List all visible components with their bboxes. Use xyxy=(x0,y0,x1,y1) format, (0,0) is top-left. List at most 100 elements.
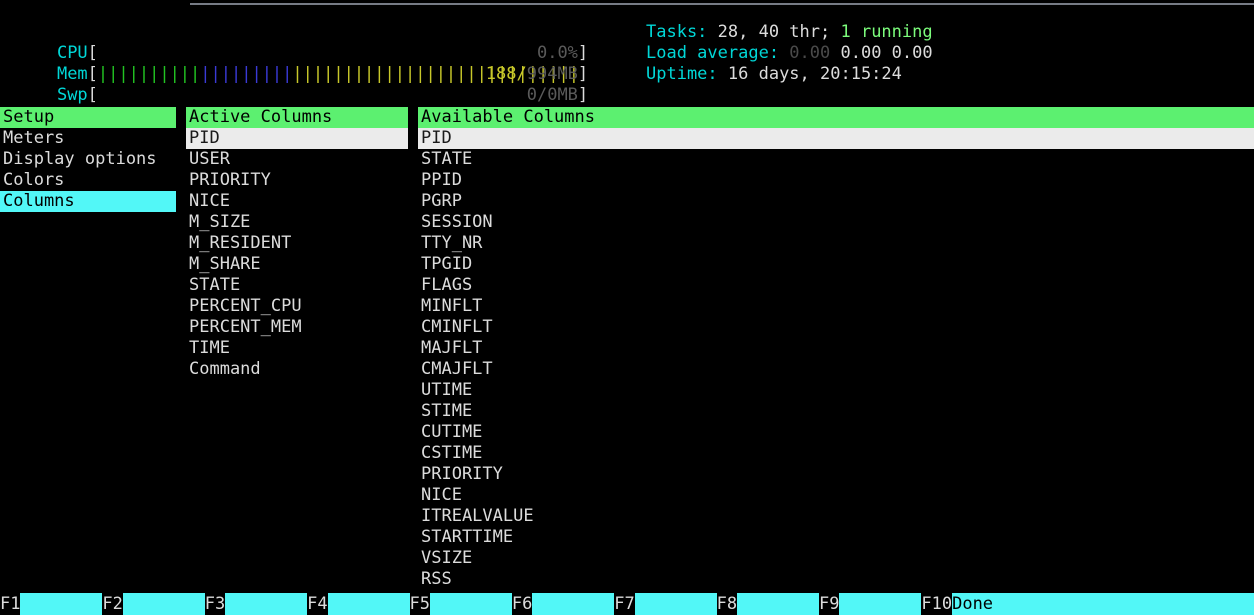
available-columns-panel: Available Columns PIDSTATEPPIDPGRPSESSIO… xyxy=(418,107,1254,590)
active-columns-panel: Active Columns PIDUSERPRIORITYNICEM_SIZE… xyxy=(186,107,408,380)
available-column-label: MINFLT xyxy=(421,296,482,316)
available-column-state[interactable]: STATE xyxy=(418,149,1254,170)
available-column-label: FLAGS xyxy=(421,275,472,295)
fkey-f7-label[interactable] xyxy=(635,593,717,615)
available-column-cutime[interactable]: CUTIME xyxy=(418,422,1254,443)
available-column-label: TTY_NR xyxy=(421,233,482,253)
available-column-majflt[interactable]: MAJFLT xyxy=(418,338,1254,359)
swap-meter-open-bracket: [ xyxy=(88,85,98,105)
load-average-label: Load average: xyxy=(646,43,779,63)
fkey-f6-label[interactable] xyxy=(532,593,614,615)
setup-item-label: Colors xyxy=(3,170,64,190)
active-column-label: PERCENT_CPU xyxy=(189,296,302,316)
available-column-starttime[interactable]: STARTTIME xyxy=(418,527,1254,548)
active-column-label: NICE xyxy=(189,191,230,211)
active-column-label: M_SHARE xyxy=(189,254,261,274)
available-column-label: STARTTIME xyxy=(421,527,513,547)
available-column-label: CSTIME xyxy=(421,443,482,463)
available-column-ppid[interactable]: PPID xyxy=(418,170,1254,191)
available-column-label: UTIME xyxy=(421,380,472,400)
setup-item-columns[interactable]: Columns xyxy=(0,191,176,212)
active-column-percent-mem[interactable]: PERCENT_MEM xyxy=(186,317,408,338)
available-column-pgrp[interactable]: PGRP xyxy=(418,191,1254,212)
available-column-rss[interactable]: RSS xyxy=(418,569,1254,590)
fkey-f2-number: F2 xyxy=(102,593,122,615)
setup-item-label: Display options xyxy=(3,149,157,169)
tasks-running: 1 running xyxy=(840,22,932,42)
active-column-time[interactable]: TIME xyxy=(186,338,408,359)
setup-panel-header: Setup xyxy=(0,107,176,128)
active-column-pid[interactable]: PID xyxy=(186,128,408,149)
tasks-count: 28, 40 thr; xyxy=(707,22,840,42)
available-column-cminflt[interactable]: CMINFLT xyxy=(418,317,1254,338)
fkey-f2-label[interactable] xyxy=(123,593,205,615)
active-column-label: STATE xyxy=(189,275,240,295)
available-column-label: CMINFLT xyxy=(421,317,493,337)
fkey-f10-label[interactable]: Done xyxy=(952,593,1254,615)
fkey-f9-label[interactable] xyxy=(839,593,921,615)
fkey-f7-number: F7 xyxy=(614,593,634,615)
available-column-label: STATE xyxy=(421,149,472,169)
active-column-user[interactable]: USER xyxy=(186,149,408,170)
active-column-nice[interactable]: NICE xyxy=(186,191,408,212)
fkey-f1-label[interactable] xyxy=(20,593,102,615)
uptime-label: Uptime: xyxy=(646,64,718,84)
available-column-cmajflt[interactable]: CMAJFLT xyxy=(418,359,1254,380)
setup-item-meters[interactable]: Meters xyxy=(0,128,176,149)
fkey-f3-label[interactable] xyxy=(225,593,307,615)
active-column-label: M_RESIDENT xyxy=(189,233,291,253)
available-column-label: PPID xyxy=(421,170,462,190)
available-column-priority[interactable]: PRIORITY xyxy=(418,464,1254,485)
active-column-m-size[interactable]: M_SIZE xyxy=(186,212,408,233)
active-column-m-resident[interactable]: M_RESIDENT xyxy=(186,233,408,254)
available-column-nice[interactable]: NICE xyxy=(418,485,1254,506)
active-column-label: TIME xyxy=(189,338,230,358)
active-column-label: M_SIZE xyxy=(189,212,250,232)
setup-panel-list: MetersDisplay optionsColorsColumns xyxy=(0,128,176,212)
function-key-bar: F1 F2 F3 F4 F5 F6 F7 F8 F9 F10Done xyxy=(0,593,1254,615)
active-column-label: Command xyxy=(189,359,261,379)
active-column-label: PRIORITY xyxy=(189,170,271,190)
available-columns-list: PIDSTATEPPIDPGRPSESSIONTTY_NRTPGIDFLAGSM… xyxy=(418,128,1254,590)
available-column-minflt[interactable]: MINFLT xyxy=(418,296,1254,317)
available-column-flags[interactable]: FLAGS xyxy=(418,275,1254,296)
active-columns-panel-header: Active Columns xyxy=(186,107,408,128)
tasks-stat: Tasks: 28, 40 thr; 1 running xyxy=(646,22,933,43)
fkey-f5-label[interactable] xyxy=(430,593,512,615)
header-meters: CPU[0.0%] Mem[||||||||||||||||||||||||||… xyxy=(0,22,1254,102)
available-column-label: MAJFLT xyxy=(421,338,482,358)
load-average-stat: Load average: 0.00 0.00 0.00 xyxy=(646,43,933,64)
active-column-percent-cpu[interactable]: PERCENT_CPU xyxy=(186,296,408,317)
swap-meter-label: Swp xyxy=(57,85,88,105)
fkey-f5-number: F5 xyxy=(410,593,430,615)
available-column-cstime[interactable]: CSTIME xyxy=(418,443,1254,464)
available-column-utime[interactable]: UTIME xyxy=(418,380,1254,401)
active-column-priority[interactable]: PRIORITY xyxy=(186,170,408,191)
available-column-vsize[interactable]: VSIZE xyxy=(418,548,1254,569)
available-column-session[interactable]: SESSION xyxy=(418,212,1254,233)
active-column-label: PID xyxy=(189,128,220,148)
available-column-label: PID xyxy=(421,128,452,148)
active-column-label: USER xyxy=(189,149,230,169)
available-column-label: ITREALVALUE xyxy=(421,506,534,526)
setup-item-colors[interactable]: Colors xyxy=(0,170,176,191)
available-column-label: SESSION xyxy=(421,212,493,232)
setup-item-display-options[interactable]: Display options xyxy=(0,149,176,170)
available-column-itrealvalue[interactable]: ITREALVALUE xyxy=(418,506,1254,527)
available-columns-panel-header: Available Columns xyxy=(418,107,1254,128)
fkey-f8-label[interactable] xyxy=(737,593,819,615)
load-average-5-15min: 0.00 0.00 xyxy=(830,43,932,63)
active-column-command[interactable]: Command xyxy=(186,359,408,380)
available-column-stime[interactable]: STIME xyxy=(418,401,1254,422)
available-column-pid[interactable]: PID xyxy=(418,128,1254,149)
setup-item-label: Meters xyxy=(3,128,64,148)
swap-meter-close-bracket: ] xyxy=(578,85,588,105)
fkey-f1-number: F1 xyxy=(0,593,20,615)
available-column-label: TPGID xyxy=(421,254,472,274)
fkey-f4-label[interactable] xyxy=(328,593,410,615)
setup-item-label: Columns xyxy=(3,191,75,211)
active-column-state[interactable]: STATE xyxy=(186,275,408,296)
active-column-m-share[interactable]: M_SHARE xyxy=(186,254,408,275)
available-column-tty-nr[interactable]: TTY_NR xyxy=(418,233,1254,254)
available-column-tpgid[interactable]: TPGID xyxy=(418,254,1254,275)
